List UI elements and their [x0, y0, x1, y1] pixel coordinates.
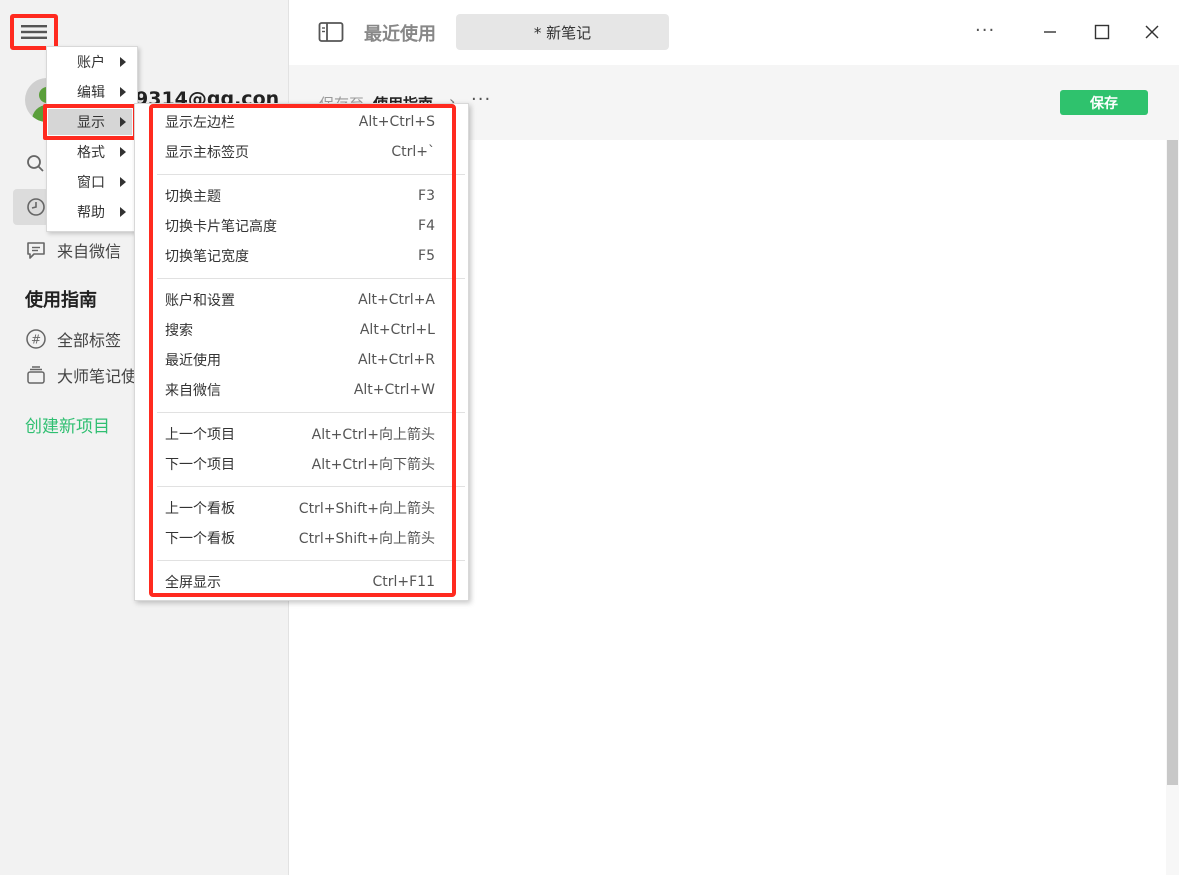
scrollbar-thumb[interactable]: [1167, 140, 1178, 785]
menu-item-label: 编辑: [77, 85, 105, 101]
section-title: 使用指南: [25, 290, 97, 311]
menu-item-label: 账户: [77, 55, 105, 71]
sidebar-item-wechat[interactable]: 来自微信: [25, 238, 121, 262]
maximize-button[interactable]: [1090, 20, 1114, 44]
submenu-arrow-icon: [120, 207, 126, 217]
hamburger-menu-icon: [21, 25, 47, 39]
svg-text:#: #: [31, 333, 41, 347]
top-bar: 最近使用 * 新笔记 ···: [289, 0, 1179, 65]
submenu-arrow-icon: [120, 177, 126, 187]
sidebar-item-label: 来自微信: [57, 242, 122, 261]
minimize-icon: [1044, 31, 1056, 33]
save-button[interactable]: 保存: [1060, 90, 1148, 115]
clock-icon: [25, 196, 47, 218]
recent-heading: 最近使用: [364, 24, 436, 45]
display-item-annotation: [43, 104, 137, 140]
search-icon: [25, 153, 47, 175]
display-submenu-annotation: [149, 104, 456, 597]
sidebar-item-notebook[interactable]: 大师笔记使: [25, 363, 137, 387]
close-button[interactable]: [1140, 20, 1164, 44]
menu-item-format[interactable]: 格式: [47, 137, 137, 167]
tab-new-note[interactable]: * 新笔记: [456, 14, 669, 50]
notebook-stack-icon: [25, 364, 47, 386]
hash-icon: #: [25, 328, 47, 350]
maximize-icon: [1094, 24, 1110, 40]
submenu-arrow-icon: [120, 57, 126, 67]
menu-item-label: 格式: [77, 145, 105, 161]
sidebar-toggle-button[interactable]: [318, 20, 344, 48]
chat-bubble-icon: [25, 239, 47, 261]
create-project-link[interactable]: 创建新项目: [25, 412, 110, 437]
close-icon: [1145, 25, 1159, 39]
sidebar-item-label: 全部标签: [57, 331, 122, 350]
save-bar-more-button[interactable]: ···: [471, 89, 491, 110]
menu-item-window[interactable]: 窗口: [47, 167, 137, 197]
hamburger-menu-button[interactable]: [10, 14, 58, 50]
submenu-arrow-icon: [120, 147, 126, 157]
menu-item-account[interactable]: 账户: [47, 47, 137, 77]
sidebar-item-all-tags[interactable]: # 全部标签: [25, 327, 121, 351]
sidebar-item-label: 大师笔记使: [57, 367, 138, 386]
menu-item-label: 帮助: [77, 205, 105, 221]
menu-item-help[interactable]: 帮助: [47, 197, 137, 227]
menu-item-edit[interactable]: 编辑: [47, 77, 137, 107]
sidebar-item-recent[interactable]: [13, 189, 49, 225]
more-options-button[interactable]: ···: [975, 20, 995, 41]
minimize-button[interactable]: [1038, 20, 1062, 44]
sidebar-toggle-icon: [318, 22, 344, 42]
submenu-arrow-icon: [120, 87, 126, 97]
menu-item-label: 窗口: [77, 175, 105, 191]
